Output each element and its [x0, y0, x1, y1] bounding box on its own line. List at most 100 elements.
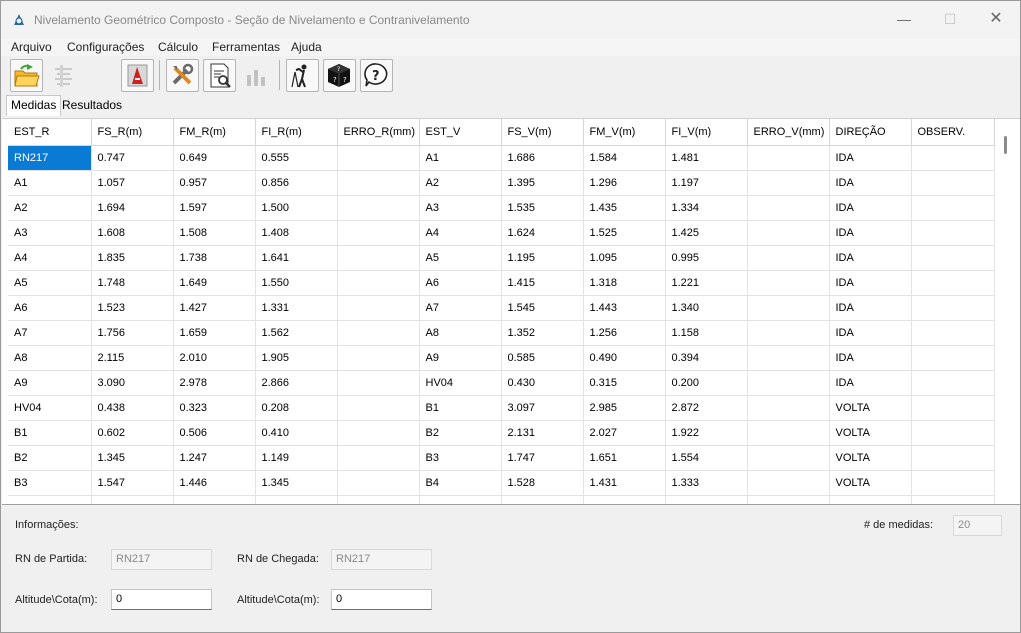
table-cell[interactable]	[337, 445, 420, 471]
table-cell[interactable]: 1.547	[91, 470, 174, 496]
table-cell[interactable]	[911, 220, 995, 246]
table-cell[interactable]: 1.905	[255, 345, 338, 371]
table-cell[interactable]	[337, 345, 420, 371]
table-row[interactable]: B3 1.547 1.446 1.345 B4 1.528 1.431 1.333 VOLTA	[8, 470, 995, 496]
column-header[interactable]: FI_R(m)	[255, 119, 338, 146]
table-cell[interactable]	[583, 495, 666, 504]
table-cell[interactable]: 1.057	[91, 170, 174, 196]
table-cell[interactable]: 1.651	[583, 445, 666, 471]
table-cell[interactable]: 1.095	[583, 245, 666, 271]
table-cell[interactable]	[665, 495, 748, 504]
table-cell[interactable]: 1.641	[255, 245, 338, 271]
table-cell[interactable]: 0.323	[173, 395, 256, 421]
blank-button[interactable]	[84, 59, 117, 92]
table-cell[interactable]: 1.331	[255, 295, 338, 321]
alt-end-input[interactable]: 0	[331, 589, 432, 610]
table-cell[interactable]: 1.318	[583, 270, 666, 296]
table-cell[interactable]: 0.506	[173, 420, 256, 446]
table-cell[interactable]: 1.694	[91, 195, 174, 221]
table-row[interactable]: A5 1.748 1.649 1.550 A6 1.415 1.318 1.221 IDA	[8, 270, 995, 296]
table-cell[interactable]: 3.090	[91, 370, 174, 396]
table-cell[interactable]	[337, 170, 420, 196]
table-cell[interactable]: 1.340	[665, 295, 748, 321]
table-row[interactable]: A9 3.090 2.978 2.866 HV04 0.430 0.315 0.200 IDA	[8, 370, 995, 396]
table-cell[interactable]: 2.131	[501, 420, 584, 446]
tab-resultados[interactable]: Resultados	[58, 96, 126, 116]
column-header[interactable]: ERRO_R(mm)	[337, 119, 420, 146]
table-cell[interactable]: B3	[8, 470, 92, 496]
table-cell[interactable]: 2.866	[255, 370, 338, 396]
table-cell[interactable]: 2.872	[665, 395, 748, 421]
table-cell[interactable]: 1.195	[501, 245, 584, 271]
table-cell[interactable]	[501, 495, 584, 504]
menu-arquivo[interactable]: Arquivo	[11, 40, 52, 54]
table-cell[interactable]: A2	[8, 195, 92, 221]
vertical-scrollbar[interactable]	[995, 119, 1020, 504]
table-cell[interactable]: IDA	[829, 195, 912, 221]
align-button[interactable]	[47, 59, 80, 92]
maximize-button[interactable]: ☐	[927, 1, 973, 37]
table-cell[interactable]: A4	[8, 245, 92, 271]
table-cell[interactable]	[911, 295, 995, 321]
table-cell[interactable]	[747, 370, 830, 396]
table-cell[interactable]: RN217	[8, 145, 92, 171]
table-cell[interactable]: B2	[419, 420, 502, 446]
table-cell[interactable]	[911, 470, 995, 496]
table-cell[interactable]: 1.247	[173, 445, 256, 471]
table-cell[interactable]: 0.394	[665, 345, 748, 371]
table-cell[interactable]	[911, 245, 995, 271]
table-cell[interactable]	[829, 495, 912, 504]
close-button[interactable]: ✕	[973, 1, 1019, 37]
table-cell[interactable]	[747, 245, 830, 271]
table-cell[interactable]	[911, 270, 995, 296]
table-cell[interactable]	[911, 195, 995, 221]
table-cell[interactable]: 0.856	[255, 170, 338, 196]
table-cell[interactable]	[337, 395, 420, 421]
table-cell[interactable]: IDA	[829, 370, 912, 396]
rn-start-field[interactable]: RN217	[111, 549, 212, 570]
help-button[interactable]: ?	[360, 59, 393, 92]
report-button[interactable]	[203, 59, 236, 92]
table-row[interactable]: A7 1.756 1.659 1.562 A8 1.352 1.256 1.158 IDA	[8, 320, 995, 346]
table-cell[interactable]	[255, 495, 338, 504]
table-cell[interactable]: 0.430	[501, 370, 584, 396]
table-cell[interactable]: 1.435	[583, 195, 666, 221]
open-file-button[interactable]	[10, 59, 43, 92]
table-cell[interactable]: 1.528	[501, 470, 584, 496]
table-cell[interactable]	[337, 220, 420, 246]
chart-button[interactable]	[240, 59, 273, 92]
table-row[interactable]	[8, 495, 995, 504]
table-cell[interactable]: A7	[8, 320, 92, 346]
table-cell[interactable]: A7	[419, 295, 502, 321]
table-cell[interactable]: 1.256	[583, 320, 666, 346]
table-row[interactable]: RN217 0.747 0.649 0.555 A1 1.686 1.584 1.481 IDA	[8, 145, 995, 171]
table-cell[interactable]: A3	[419, 195, 502, 221]
surveyor-button[interactable]	[286, 59, 319, 92]
table-cell[interactable]	[911, 345, 995, 371]
table-cell[interactable]: B1	[419, 395, 502, 421]
column-header[interactable]: FI_V(m)	[665, 119, 748, 146]
table-cell[interactable]: 1.427	[173, 295, 256, 321]
scrollbar-thumb[interactable]	[1004, 136, 1007, 154]
table-row[interactable]: A2 1.694 1.597 1.500 A3 1.535 1.435 1.334 IDA	[8, 195, 995, 221]
table-cell[interactable]: 0.995	[665, 245, 748, 271]
table-cell[interactable]: 2.985	[583, 395, 666, 421]
table-cell[interactable]: 2.027	[583, 420, 666, 446]
table-cell[interactable]: 1.922	[665, 420, 748, 446]
table-cell[interactable]: 1.149	[255, 445, 338, 471]
table-cell[interactable]: 1.597	[173, 195, 256, 221]
table-cell[interactable]: 1.221	[665, 270, 748, 296]
table-cell[interactable]: 1.481	[665, 145, 748, 171]
table-cell[interactable]: 1.345	[255, 470, 338, 496]
table-cell[interactable]: 1.408	[255, 220, 338, 246]
table-cell[interactable]: 1.535	[501, 195, 584, 221]
table-cell[interactable]: 2.115	[91, 345, 174, 371]
table-cell[interactable]: 0.438	[91, 395, 174, 421]
table-cell[interactable]	[747, 320, 830, 346]
table-cell[interactable]: 1.296	[583, 170, 666, 196]
table-cell[interactable]: B2	[8, 445, 92, 471]
table-cell[interactable]	[911, 370, 995, 396]
table-cell[interactable]: 0.490	[583, 345, 666, 371]
table-cell[interactable]: 0.747	[91, 145, 174, 171]
table-cell[interactable]: IDA	[829, 170, 912, 196]
